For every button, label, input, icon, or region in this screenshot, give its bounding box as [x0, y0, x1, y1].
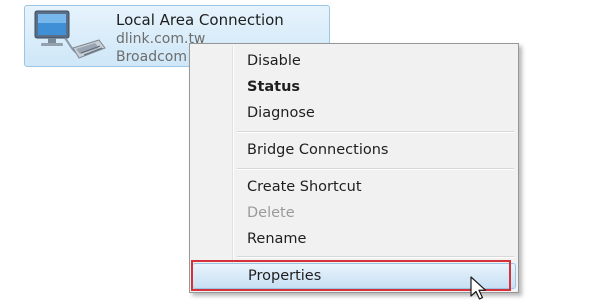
menu-item-properties[interactable]: Properties [192, 263, 516, 289]
menu-separator [237, 256, 514, 258]
mouse-pointer-icon [470, 276, 487, 300]
menu-separator [237, 131, 514, 133]
menu-item-diagnose[interactable]: Diagnose [192, 101, 516, 126]
network-adapter-icon [34, 10, 106, 59]
screen: Local Area Connection dlink.com.tw Broad… [0, 0, 590, 302]
menu-item-status[interactable]: Status [192, 75, 516, 100]
menu-item-disable[interactable]: Disable [192, 49, 516, 74]
menu-item-delete: Delete [247, 205, 295, 221]
adapter-name: Local Area Connection [116, 11, 284, 29]
menu-separator [237, 168, 514, 170]
adapter-device-name: Broadcom [116, 49, 187, 65]
menu-item-rename[interactable]: Rename [192, 227, 516, 252]
menu-item-create-shortcut[interactable]: Create Shortcut [192, 175, 516, 200]
menu-item-bridge-connections[interactable]: Bridge Connections [192, 138, 516, 163]
context-menu: Disable Status Diagnose Bridge Connectio… [189, 43, 519, 293]
